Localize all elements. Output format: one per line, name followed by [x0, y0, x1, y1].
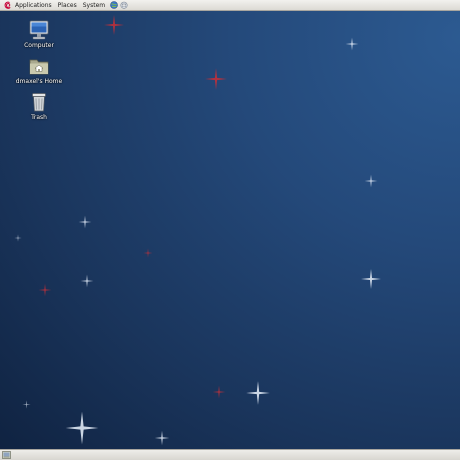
bottom-panel [0, 449, 460, 460]
computer-icon [28, 19, 50, 41]
computer-label: Computer [24, 42, 54, 49]
trash-desktop-icon[interactable]: Trash [9, 91, 69, 121]
white-star-icon [65, 411, 99, 445]
red-star-icon [104, 15, 124, 35]
home-label: dmaxel's Home [15, 78, 63, 85]
white-star-icon [345, 37, 359, 51]
system-menu[interactable]: System [80, 0, 108, 11]
places-menu[interactable]: Places [55, 0, 80, 11]
show-desktop-icon[interactable] [2, 451, 11, 459]
white-star-icon [246, 381, 270, 405]
red-star-icon [38, 283, 52, 297]
red-star-icon [205, 68, 227, 90]
home-desktop-icon[interactable]: dmaxel's Home [9, 55, 69, 85]
mail-client-icon[interactable] [120, 1, 128, 9]
desktop[interactable]: Applications Places System Computer dmax… [0, 0, 460, 460]
red-star-icon [143, 248, 153, 258]
white-star-icon [78, 215, 92, 229]
red-star-icon [212, 385, 226, 399]
applications-menu[interactable]: Applications [12, 0, 55, 11]
white-star-icon [14, 234, 22, 242]
debian-logo-icon[interactable] [3, 1, 12, 10]
white-star-icon [364, 174, 378, 188]
trash-label: Trash [31, 114, 47, 121]
home-folder-icon [28, 55, 50, 77]
computer-desktop-icon[interactable]: Computer [9, 19, 69, 49]
trash-icon [28, 91, 50, 113]
web-browser-icon[interactable] [110, 1, 118, 9]
top-panel: Applications Places System [0, 0, 460, 11]
white-star-icon [80, 274, 94, 288]
white-star-icon [22, 400, 31, 409]
white-star-icon [361, 269, 381, 289]
white-star-icon [154, 430, 170, 446]
